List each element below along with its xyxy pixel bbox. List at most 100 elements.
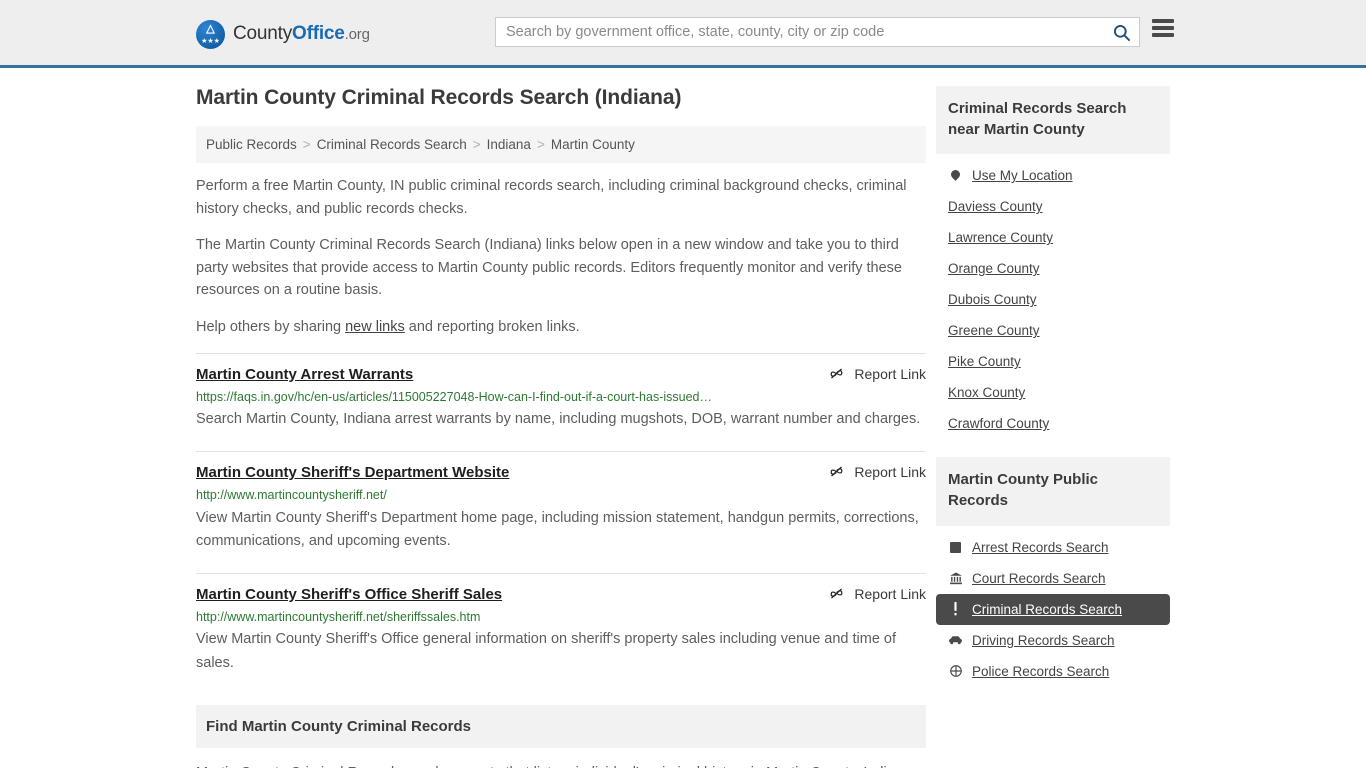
- search-button[interactable]: [1103, 18, 1139, 46]
- location-pin-icon: [948, 168, 963, 182]
- sidebar-link-label[interactable]: Daviess County: [948, 199, 1043, 214]
- result-title-link[interactable]: Martin County Sheriff's Department Websi…: [196, 463, 509, 483]
- public-records-panel: Martin County Public Records Arrest Reco…: [936, 457, 1170, 686]
- result-description: View Martin County Sheriff's Department …: [196, 509, 919, 550]
- result-url: http://www.martincountysheriff.net/: [196, 488, 387, 503]
- share-text-before: Help others by sharing: [196, 319, 346, 336]
- sidebar-link-label[interactable]: Driving Records Search: [972, 633, 1115, 648]
- logo-text-org: .org: [344, 26, 370, 43]
- breadcrumb-item-3[interactable]: Martin County: [551, 137, 635, 152]
- eagle-glyph: △: [206, 22, 215, 35]
- logo-text: CountyOffice.org: [233, 23, 370, 45]
- report-link-label: Report Link: [854, 463, 926, 480]
- breadcrumb-separator: >: [472, 137, 481, 152]
- sidebar-item-crawford-county[interactable]: Crawford County: [936, 408, 1170, 439]
- find-records-body: Martin County Criminal Records are docum…: [196, 762, 926, 768]
- content-container: Martin County Criminal Records Search (I…: [196, 68, 1170, 768]
- breadcrumb-item-1[interactable]: Criminal Records Search: [317, 137, 467, 152]
- sidebar-link-label[interactable]: Greene County: [948, 323, 1040, 338]
- sidebar-link-label[interactable]: Lawrence County: [948, 230, 1053, 245]
- site-header: △ ★★★ CountyOffice.org: [0, 0, 1366, 68]
- main-column: Martin County Criminal Records Search (I…: [196, 86, 926, 768]
- result-item: Martin County Sheriff's Department Websi…: [196, 450, 926, 566]
- page-title: Martin County Criminal Records Search (I…: [196, 86, 682, 109]
- sidebar-item-greene-county[interactable]: Greene County: [936, 315, 1170, 346]
- sidebar: Criminal Records Search near Martin Coun…: [936, 86, 1170, 768]
- broken-link-icon: [830, 368, 843, 379]
- sidebar-item-pike-county[interactable]: Pike County: [936, 346, 1170, 377]
- result-description: View Martin County Sheriff's Office gene…: [196, 631, 897, 671]
- report-link-button[interactable]: Report Link: [829, 464, 926, 480]
- sidebar-item-police-records-search[interactable]: Police Records Search: [936, 656, 1170, 687]
- police-badge-icon: [948, 664, 963, 678]
- stars-glyph: ★★★: [201, 37, 220, 45]
- sidebar-item-court-records-search[interactable]: Court Records Search: [936, 563, 1170, 594]
- sidebar-link-label[interactable]: Arrest Records Search: [972, 540, 1109, 555]
- public-records-panel-heading: Martin County Public Records: [936, 457, 1170, 526]
- hamburger-bar-2: [1152, 26, 1174, 30]
- page-body: Martin County Criminal Records Search (I…: [0, 68, 1366, 768]
- sidebar-link-label[interactable]: Orange County: [948, 261, 1040, 276]
- sidebar-item-criminal-records-search[interactable]: Criminal Records Search: [936, 593, 1170, 625]
- breadcrumb-item-0[interactable]: Public Records: [206, 137, 297, 152]
- sidebar-item-orange-county[interactable]: Orange County: [936, 253, 1170, 284]
- sidebar-link-label[interactable]: Dubois County: [948, 292, 1037, 307]
- report-link-button[interactable]: Report Link: [829, 586, 926, 602]
- sidebar-link-label[interactable]: Crawford County: [948, 416, 1049, 431]
- search-icon: [1113, 24, 1130, 41]
- logo-text-office: Office: [292, 23, 345, 44]
- result-url: https://faqs.in.gov/hc/en-us/articles/11…: [196, 390, 712, 405]
- sidebar-item-use-my-location[interactable]: Use My Location: [936, 160, 1170, 191]
- sidebar-item-arrest-records-search[interactable]: Arrest Records Search: [936, 532, 1170, 563]
- car-icon: [948, 635, 963, 646]
- result-header: Martin County Sheriff's Department Websi…: [196, 463, 926, 483]
- intro-paragraph-2: The Martin County Criminal Records Searc…: [196, 237, 902, 299]
- sidebar-item-knox-county[interactable]: Knox County: [936, 377, 1170, 408]
- search-input[interactable]: [496, 18, 1103, 46]
- site-logo[interactable]: △ ★★★ CountyOffice.org: [196, 19, 370, 49]
- search-bar[interactable]: [495, 17, 1140, 47]
- report-link-label: Report Link: [854, 365, 926, 382]
- new-links-link[interactable]: new links: [345, 319, 405, 335]
- intro-paragraph-3: Help others by sharing new links and rep…: [196, 316, 926, 339]
- intro-text: Perform a free Martin County, IN public …: [196, 175, 926, 339]
- result-item: Martin County Arrest Warrants Report Lin…: [196, 352, 926, 444]
- result-item: Martin County Sheriff's Office Sheriff S…: [196, 572, 926, 688]
- sidebar-item-daviess-county[interactable]: Daviess County: [936, 191, 1170, 222]
- sidebar-item-dubois-county[interactable]: Dubois County: [936, 284, 1170, 315]
- nearby-panel-heading: Criminal Records Search near Martin Coun…: [936, 86, 1170, 155]
- report-link-label: Report Link: [854, 585, 926, 602]
- result-header: Martin County Sheriff's Office Sheriff S…: [196, 585, 926, 605]
- hamburger-bar-3: [1152, 33, 1174, 37]
- sidebar-link-label[interactable]: Pike County: [948, 354, 1021, 369]
- intro-paragraph-1: Perform a free Martin County, IN public …: [196, 178, 907, 217]
- sidebar-item-lawrence-county[interactable]: Lawrence County: [936, 222, 1170, 253]
- sidebar-item-driving-records-search[interactable]: Driving Records Search: [936, 625, 1170, 656]
- sidebar-link-label[interactable]: Use My Location: [972, 168, 1073, 183]
- result-url: http://www.martincountysheriff.net/sheri…: [196, 610, 481, 625]
- breadcrumb: Public Records > Criminal Records Search > I…: [196, 126, 926, 163]
- breadcrumb-item-2[interactable]: Indiana: [487, 137, 531, 152]
- logo-text-county: County: [233, 23, 293, 44]
- courthouse-icon: [948, 572, 963, 585]
- hamburger-bar-1: [1152, 19, 1174, 23]
- result-title-link[interactable]: Martin County Arrest Warrants: [196, 365, 413, 385]
- nearby-search-panel: Criminal Records Search near Martin Coun…: [936, 86, 1170, 439]
- find-records-heading: Find Martin County Criminal Records: [196, 705, 926, 749]
- exclamation-icon: [948, 602, 963, 616]
- result-title-link[interactable]: Martin County Sheriff's Office Sheriff S…: [196, 585, 502, 605]
- sidebar-link-label[interactable]: Criminal Records Search: [972, 602, 1122, 617]
- sidebar-link-label[interactable]: Knox County: [948, 385, 1025, 400]
- square-icon: [948, 541, 963, 553]
- broken-link-icon: [830, 467, 843, 477]
- breadcrumb-separator: >: [536, 137, 545, 152]
- report-link-button[interactable]: Report Link: [829, 366, 926, 382]
- result-description: Search Martin County, Indiana arrest war…: [196, 411, 921, 428]
- result-header: Martin County Arrest Warrants Report Lin…: [196, 365, 926, 385]
- sidebar-link-label[interactable]: Police Records Search: [972, 664, 1109, 679]
- public-records-list: Arrest Records Search Court Records Sear…: [936, 526, 1170, 687]
- nearby-county-list: Use My Location Daviess County Lawrence …: [936, 154, 1170, 439]
- sidebar-link-label[interactable]: Court Records Search: [972, 571, 1106, 586]
- hamburger-menu-icon[interactable]: [1152, 19, 1174, 37]
- breadcrumb-separator: >: [302, 137, 311, 152]
